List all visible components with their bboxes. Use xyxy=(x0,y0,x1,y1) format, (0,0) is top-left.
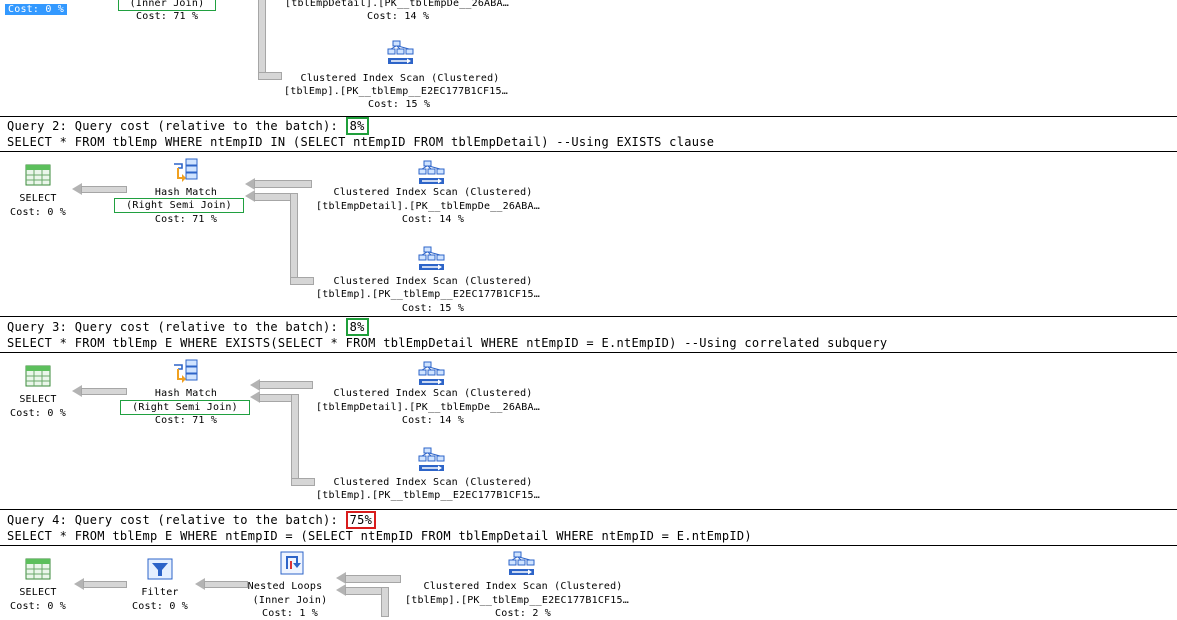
query-separator xyxy=(0,151,1177,152)
query-header-text: Query 4: Query cost (relative to the bat… xyxy=(7,513,346,527)
flow-arrow-shaft xyxy=(81,186,127,193)
query-4-header[interactable]: Query 4: Query cost (relative to the bat… xyxy=(7,511,377,529)
clustered-index-scan-icon[interactable] xyxy=(508,551,536,577)
q3-scan2-object: [tblEmp].[PK__tblEmp__E2EC177B1CF15… xyxy=(316,490,540,501)
query-4-sql[interactable]: SELECT * FROM tblEmp E WHERE ntEmpID = (… xyxy=(7,528,752,544)
q3-scan1-object: [tblEmpDetail].[PK__tblEmpDe__26ABA… xyxy=(316,402,540,413)
q4-loops-join-type: (Inner Join) xyxy=(252,595,328,606)
q3-select-title: SELECT xyxy=(19,394,57,405)
q3-select-cost: Cost: 0 % xyxy=(10,408,66,419)
q2-scan2-title: Clustered Index Scan (Clustered) xyxy=(333,276,533,287)
query-2-header[interactable]: Query 2: Query cost (relative to the bat… xyxy=(7,117,369,135)
flow-arrow-shaft xyxy=(83,581,127,588)
connector-pipe xyxy=(291,478,315,486)
q4-select-cost: Cost: 0 % xyxy=(10,601,66,612)
filter-icon[interactable] xyxy=(146,557,174,583)
connector-pipe xyxy=(291,394,299,486)
q3-scan1-title: Clustered Index Scan (Clustered) xyxy=(333,388,533,399)
q1-top-scan-cost: Cost: 14 % xyxy=(367,11,430,22)
q2-hash-cost: Cost: 71 % xyxy=(154,214,218,225)
q3-hash-join-type: (Right Semi Join) xyxy=(120,400,250,415)
query-separator xyxy=(0,352,1177,353)
query-separator xyxy=(0,316,1177,317)
flow-arrow-shaft xyxy=(345,575,401,583)
q1-connector-pipe-h xyxy=(258,72,282,80)
select-result-icon[interactable] xyxy=(24,163,52,189)
q4-select-title: SELECT xyxy=(19,587,57,598)
q2-scan2-cost: Cost: 15 % xyxy=(401,303,465,314)
clustered-index-scan-icon[interactable] xyxy=(387,40,415,66)
q2-scan1-cost: Cost: 14 % xyxy=(401,214,465,225)
q3-hash-cost: Cost: 71 % xyxy=(154,415,218,426)
q1-hash-cost: Cost: 71 % xyxy=(136,11,199,22)
q1-select-cost[interactable]: Cost: 0 % xyxy=(5,3,67,16)
q2-scan1-title: Clustered Index Scan (Clustered) xyxy=(333,187,533,198)
query-header-text: Query 3: Query cost (relative to the bat… xyxy=(7,320,346,334)
clustered-index-scan-icon[interactable] xyxy=(418,447,446,473)
q1-bottom-scan-object: [tblEmp].[PK__tblEmp__E2EC177B1CF15… xyxy=(284,86,508,97)
q4-loops-cost: Cost: 1 % xyxy=(262,608,318,619)
clustered-index-scan-icon[interactable] xyxy=(418,160,446,186)
q4-loops-title: Nested Loops xyxy=(247,581,323,592)
flow-arrow-shaft xyxy=(259,381,313,389)
flow-arrow-shaft xyxy=(81,388,127,395)
q4-scan1-object: [tblEmp].[PK__tblEmp__E2EC177B1CF15… xyxy=(405,595,629,606)
query-2-sql[interactable]: SELECT * FROM tblEmp WHERE ntEmpID IN (S… xyxy=(7,134,714,150)
query-cost-percent: 75% xyxy=(345,511,377,529)
flow-arrow-shaft xyxy=(254,180,312,188)
query-separator xyxy=(0,509,1177,510)
clustered-index-scan-icon[interactable] xyxy=(418,361,446,387)
connector-pipe xyxy=(290,277,314,285)
q4-scan1-cost: Cost: 2 % xyxy=(495,608,551,619)
hash-match-icon[interactable] xyxy=(172,158,200,184)
nested-loops-icon[interactable] xyxy=(278,551,306,577)
select-result-icon[interactable] xyxy=(24,364,52,390)
clustered-index-scan-icon[interactable] xyxy=(418,246,446,272)
q3-scan1-cost: Cost: 14 % xyxy=(401,415,465,426)
q2-select-cost: Cost: 0 % xyxy=(10,207,66,218)
q4-filter-cost: Cost: 0 % xyxy=(132,601,188,612)
q2-hash-join-type: (Right Semi Join) xyxy=(114,198,244,213)
connector-pipe xyxy=(290,193,298,285)
q4-filter-title: Filter xyxy=(141,587,179,598)
q1-connector-pipe xyxy=(258,0,266,78)
q1-bottom-scan-title: Clustered Index Scan (Clustered) xyxy=(300,73,500,84)
select-result-icon[interactable] xyxy=(24,557,52,583)
q2-select-title: SELECT xyxy=(19,193,57,204)
query-separator xyxy=(0,545,1177,546)
hash-match-icon[interactable] xyxy=(172,359,200,385)
connector-pipe xyxy=(381,587,389,617)
query-cost-percent: 8% xyxy=(345,117,369,135)
query-header-text: Query 2: Query cost (relative to the bat… xyxy=(7,119,346,133)
query-3-header[interactable]: Query 3: Query cost (relative to the bat… xyxy=(7,318,369,336)
q4-scan1-title: Clustered Index Scan (Clustered) xyxy=(423,581,623,592)
query-3-sql[interactable]: SELECT * FROM tblEmp E WHERE EXISTS(SELE… xyxy=(7,335,887,351)
q2-scan1-object: [tblEmpDetail].[PK__tblEmpDe__26ABA… xyxy=(316,201,540,212)
q1-bottom-scan-cost: Cost: 15 % xyxy=(368,99,431,110)
q1-top-scan-object: [tblEmpDetail].[PK__tblEmpDe__26ABA… xyxy=(285,0,509,9)
q2-scan2-object: [tblEmp].[PK__tblEmp__E2EC177B1CF15… xyxy=(316,289,540,300)
query-cost-percent: 8% xyxy=(345,318,369,336)
q3-hash-title: Hash Match xyxy=(154,388,218,399)
q3-scan2-title: Clustered Index Scan (Clustered) xyxy=(333,477,533,488)
